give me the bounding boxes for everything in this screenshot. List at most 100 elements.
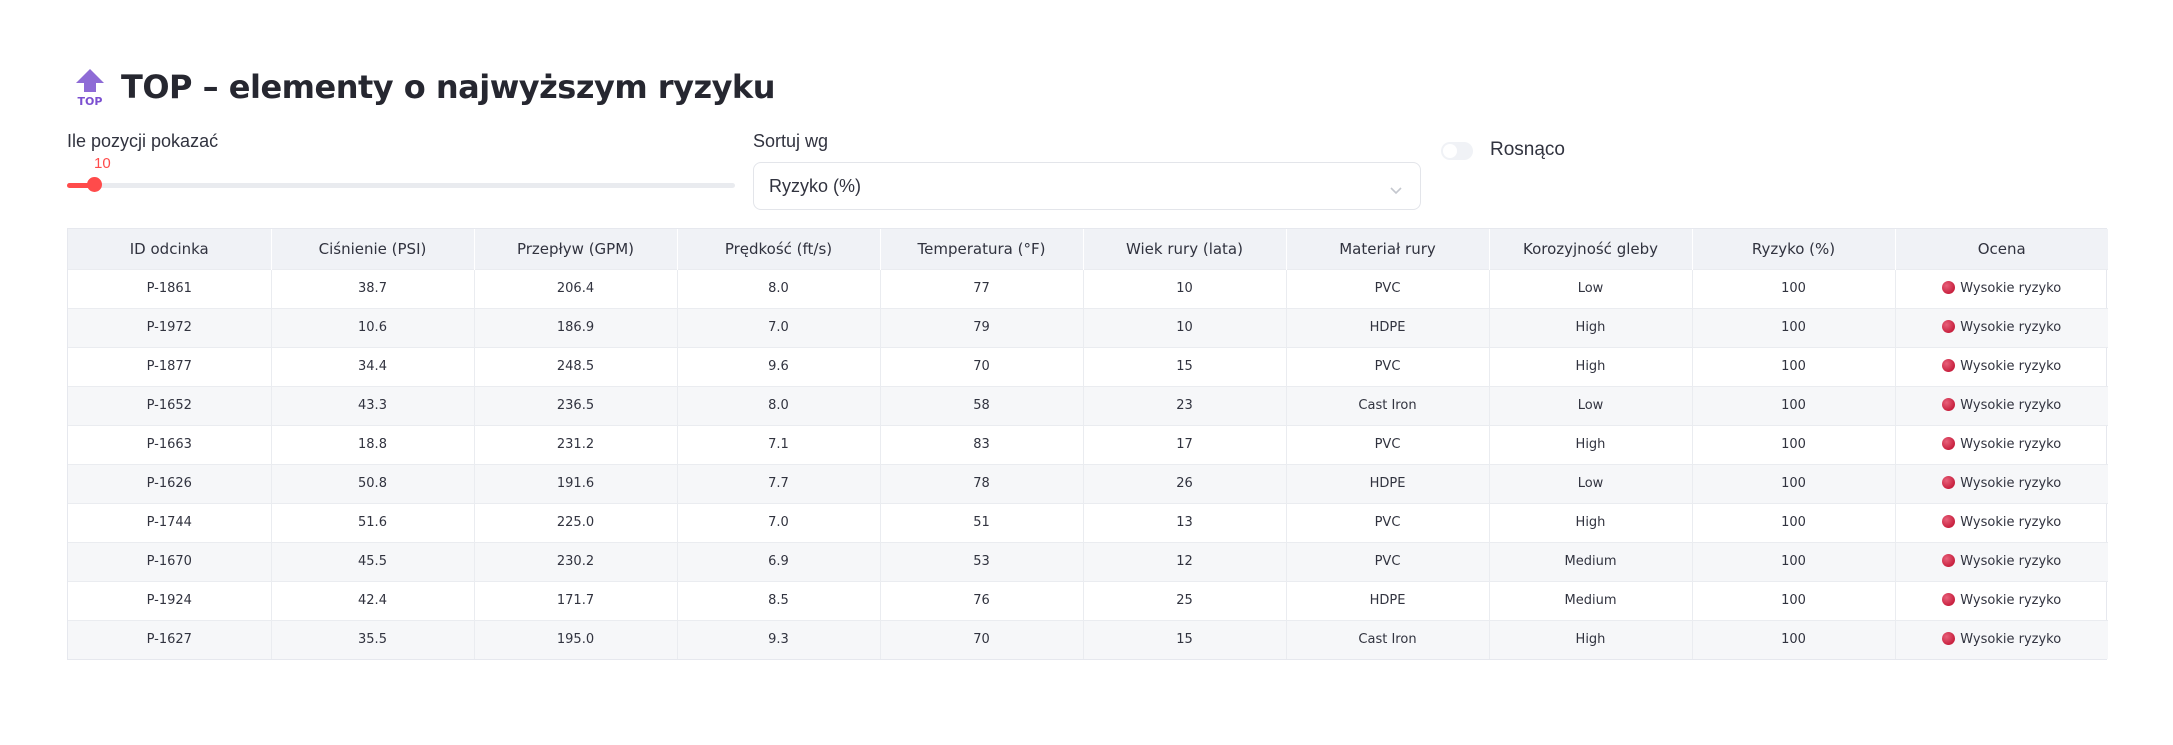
column-header[interactable]: Ciśnienie (PSI)	[271, 229, 475, 269]
column-header[interactable]: Ocena	[1895, 229, 2108, 269]
sort-select-label: Sortuj wg	[753, 131, 829, 151]
table-cell: 25	[1083, 580, 1287, 620]
table-cell: 100	[1692, 463, 1896, 503]
table-cell: 8.0	[677, 385, 881, 425]
table-cell: 186.9	[474, 307, 678, 347]
table-cell: PVC	[1286, 424, 1490, 464]
table-row[interactable]: P-1972 10.6 186.9 7.0 79 10 HDPE High 100 Wysokie…	[68, 307, 2108, 347]
table-cell: 9.6	[677, 346, 881, 386]
table-cell: High	[1489, 307, 1693, 347]
table-row[interactable]: P-1744 51.6 225.0 7.0 51 13 PVC High 100 Wysokie …	[68, 502, 2108, 542]
table-cell: 17	[1083, 424, 1287, 464]
table-cell: 8.0	[677, 268, 881, 308]
table-cell: Wysokie ryzyko	[1895, 268, 2108, 308]
table-cell: 10	[1083, 307, 1287, 347]
table-cell: High	[1489, 424, 1693, 464]
table-row[interactable]: P-1663 18.8 231.2 7.1 83 17 PVC High 100 Wysokie …	[68, 424, 2108, 464]
table-cell: 7.0	[677, 307, 881, 347]
toggle-knob	[1443, 144, 1457, 158]
slider-track[interactable]	[67, 183, 735, 188]
table-cell: P-1626	[68, 463, 272, 503]
table-cell: High	[1489, 619, 1693, 659]
table-row[interactable]: P-1670 45.5 230.2 6.9 53 12 PVC Medium 100 Wysoki…	[68, 541, 2108, 581]
table-cell: 100	[1692, 619, 1896, 659]
table-row[interactable]: P-1877 34.4 248.5 9.6 70 15 PVC High 100 Wysokie …	[68, 346, 2108, 386]
column-header[interactable]: Materiał rury	[1286, 229, 1490, 269]
column-header[interactable]: Temperatura (°F)	[880, 229, 1084, 269]
column-header[interactable]: Wiek rury (lata)	[1083, 229, 1287, 269]
high-risk-dot-icon	[1942, 320, 1956, 333]
count-slider-label: Ile pozycji pokazać	[67, 131, 219, 151]
table-row[interactable]: P-1652 43.3 236.5 8.0 58 23 Cast Iron Low 100 Wys…	[68, 385, 2108, 425]
table-cell: 50.8	[271, 463, 475, 503]
table-cell: Medium	[1489, 580, 1693, 620]
table-row[interactable]: P-1627 35.5 195.0 9.3 70 15 Cast Iron High 100 Wy…	[68, 619, 2108, 659]
page-title: TOP – elementy o najwyższym ryzyku	[121, 68, 775, 106]
count-slider[interactable]: 10	[67, 150, 735, 198]
high-risk-dot-icon	[1942, 554, 1956, 567]
risk-label: Wysokie ryzyko	[1960, 281, 2062, 296]
table-header-row: ID odcinka Ciśnienie (PSI) Przepływ (GPM) P…	[68, 229, 2108, 269]
high-risk-dot-icon	[1942, 359, 1956, 372]
table-cell: 23	[1083, 385, 1287, 425]
table-cell: 35.5	[271, 619, 475, 659]
column-header[interactable]: Prędkość (ft/s)	[677, 229, 881, 269]
table-cell: 10	[1083, 268, 1287, 308]
table-cell: 100	[1692, 385, 1896, 425]
table-cell: 78	[880, 463, 1084, 503]
high-risk-dot-icon	[1942, 632, 1956, 646]
table-cell: 191.6	[474, 463, 678, 503]
table-cell: 10.6	[271, 307, 475, 347]
table-cell: 206.4	[474, 268, 678, 308]
table-cell: Medium	[1489, 541, 1693, 581]
table-cell: P-1924	[68, 580, 272, 620]
column-header[interactable]: Ryzyko (%)	[1692, 229, 1896, 269]
table-cell: 76	[880, 580, 1084, 620]
sort-select[interactable]: Ryzyko (%)	[753, 162, 1421, 210]
high-risk-dot-icon	[1942, 593, 1956, 606]
table-cell: P-1744	[68, 502, 272, 542]
risk-label: Wysokie ryzyko	[1960, 632, 2062, 648]
table-cell: 42.4	[271, 580, 475, 620]
table-cell: 79	[880, 307, 1084, 347]
table-row[interactable]: P-1861 38.7 206.4 8.0 77 10 PVC Low 100 Wysokie r…	[68, 268, 2108, 308]
column-header[interactable]: Korozyjność gleby	[1489, 229, 1693, 269]
table-cell: 100	[1692, 580, 1896, 620]
top-arrow-icon: TOP	[73, 67, 107, 107]
table-cell: 8.5	[677, 580, 881, 620]
table-cell: Wysokie ryzyko	[1895, 580, 2108, 620]
ascending-toggle[interactable]	[1441, 142, 1473, 160]
table-cell: 51.6	[271, 502, 475, 542]
risk-label: Wysokie ryzyko	[1960, 593, 2062, 608]
table-cell: P-1861	[68, 268, 272, 308]
table-row[interactable]: P-1626 50.8 191.6 7.7 78 26 HDPE Low 100 Wysokie …	[68, 463, 2108, 503]
ascending-toggle-label[interactable]: Rosnąco	[1490, 139, 1565, 161]
table-cell: Low	[1489, 385, 1693, 425]
table-cell: 9.3	[677, 619, 881, 659]
table-cell: Low	[1489, 268, 1693, 308]
table-cell: 6.9	[677, 541, 881, 581]
table-cell: 18.8	[271, 424, 475, 464]
column-header[interactable]: Przepływ (GPM)	[474, 229, 678, 269]
table-cell: 171.7	[474, 580, 678, 620]
table-cell: P-1663	[68, 424, 272, 464]
table-cell: 53	[880, 541, 1084, 581]
column-header[interactable]: ID odcinka	[68, 229, 272, 269]
table-cell: PVC	[1286, 502, 1490, 542]
table-cell: P-1627	[68, 619, 272, 659]
slider-thumb[interactable]	[86, 177, 102, 192]
table-cell: 7.1	[677, 424, 881, 464]
page-header: TOP TOP – elementy o najwyższym ryzyku	[73, 64, 775, 110]
table-cell: PVC	[1286, 541, 1490, 581]
table-row[interactable]: P-1924 42.4 171.7 8.5 76 25 HDPE Medium 100 Wysok…	[68, 580, 2108, 620]
table-cell: 248.5	[474, 346, 678, 386]
table-cell: P-1972	[68, 307, 272, 347]
table-cell: 100	[1692, 502, 1896, 542]
table-cell: 70	[880, 346, 1084, 386]
table-cell: HDPE	[1286, 580, 1490, 620]
table-cell: Wysokie ryzyko	[1895, 346, 2108, 386]
table-cell: 83	[880, 424, 1084, 464]
risk-label: Wysokie ryzyko	[1960, 359, 2062, 374]
table-cell: 100	[1692, 307, 1896, 347]
table-cell: 77	[880, 268, 1084, 308]
